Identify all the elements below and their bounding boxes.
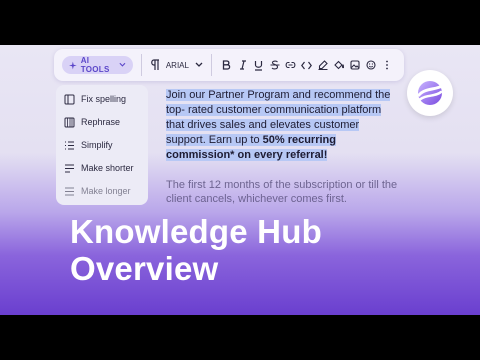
menu-item-label: Rephrase bbox=[81, 117, 121, 127]
ai-tools-button[interactable]: AI TOOLS bbox=[62, 56, 133, 74]
italic-icon[interactable] bbox=[236, 57, 250, 73]
longer-icon bbox=[64, 186, 75, 197]
fill-icon[interactable] bbox=[332, 57, 346, 73]
ai-tools-label: AI TOOLS bbox=[80, 56, 110, 74]
headline-line1: Knowledge Hub bbox=[70, 213, 322, 250]
brand-logo bbox=[407, 70, 453, 116]
second-paragraph: The first 12 months of the subscription … bbox=[166, 179, 398, 205]
emoji-icon[interactable] bbox=[364, 57, 378, 73]
menu-item-label: Simplify bbox=[81, 140, 113, 150]
underline-icon[interactable] bbox=[252, 57, 266, 73]
menu-item-label: Fix spelling bbox=[81, 94, 127, 104]
paragraph-icon bbox=[151, 59, 159, 70]
menu-item-fix-spelling[interactable]: Fix spelling bbox=[64, 91, 126, 107]
font-name: ARIAL bbox=[165, 60, 189, 70]
video-thumbnail: AI TOOLS ARIAL Fix spelling Rephrase Sim… bbox=[0, 45, 480, 315]
link-icon[interactable] bbox=[284, 57, 298, 73]
ai-tools-menu: Fix spelling Rephrase Simplify Make shor… bbox=[56, 85, 148, 205]
headline-line2: Overview bbox=[70, 250, 219, 287]
toolbar-divider bbox=[210, 54, 212, 76]
bold-icon[interactable] bbox=[220, 57, 234, 73]
chevron-down-icon bbox=[195, 62, 203, 67]
headline: Knowledge Hub Overview bbox=[70, 213, 460, 287]
menu-item-make-longer[interactable]: Make longer bbox=[64, 183, 131, 199]
sparkle-icon bbox=[69, 61, 77, 69]
menu-item-simplify[interactable]: Simplify bbox=[64, 137, 113, 153]
font-select[interactable]: ARIAL bbox=[150, 59, 203, 71]
selected-paragraph[interactable]: Join our Partner Program and recommend t… bbox=[166, 88, 396, 163]
rephrase-icon bbox=[64, 117, 75, 128]
image-icon[interactable] bbox=[348, 57, 362, 73]
menu-item-make-shorter[interactable]: Make shorter bbox=[64, 160, 134, 176]
editor-toolbar: AI TOOLS ARIAL bbox=[54, 49, 404, 81]
brand-logo-icon bbox=[417, 81, 444, 105]
code-icon[interactable] bbox=[300, 57, 314, 73]
simplify-icon bbox=[64, 140, 75, 151]
more-icon[interactable] bbox=[380, 57, 394, 73]
strikethrough-icon[interactable] bbox=[268, 57, 282, 73]
chevron-down-icon bbox=[119, 62, 126, 67]
highlight-icon[interactable] bbox=[316, 57, 330, 73]
spellcheck-icon bbox=[64, 94, 75, 105]
toolbar-divider bbox=[140, 54, 142, 76]
menu-item-rephrase[interactable]: Rephrase bbox=[64, 114, 120, 130]
shorter-icon bbox=[64, 163, 75, 174]
menu-item-label: Make longer bbox=[81, 186, 131, 196]
menu-item-label: Make shorter bbox=[81, 163, 134, 173]
